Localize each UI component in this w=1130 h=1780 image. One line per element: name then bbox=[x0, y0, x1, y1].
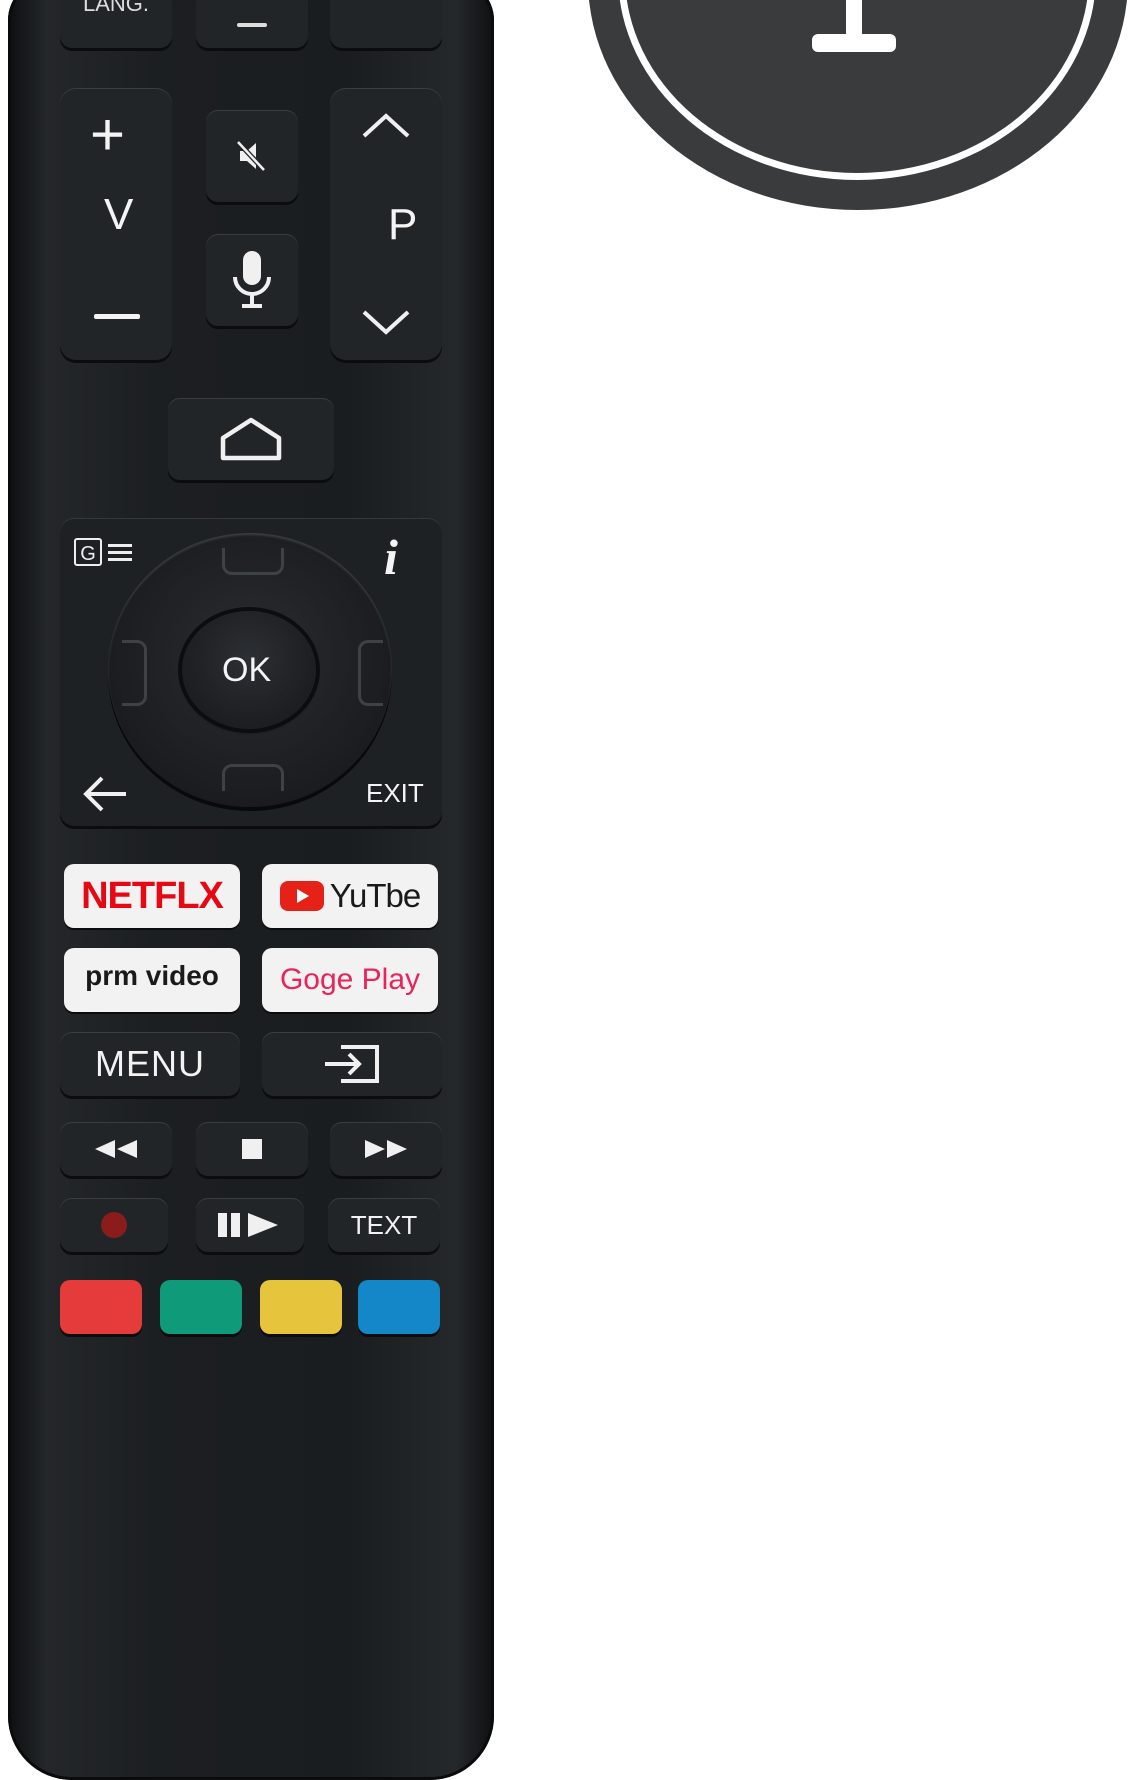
dpad-right-marker bbox=[358, 640, 383, 706]
dpad-up-marker bbox=[222, 548, 284, 575]
ok-button[interactable]: OK bbox=[182, 611, 316, 729]
red-button[interactable] bbox=[60, 1280, 142, 1334]
prime-video-button[interactable]: prm video bbox=[64, 948, 240, 1012]
mute-icon bbox=[236, 140, 266, 172]
record-icon bbox=[101, 1212, 127, 1238]
guide-label: G bbox=[80, 543, 96, 565]
stop-icon bbox=[242, 1139, 262, 1159]
yellow-button[interactable] bbox=[260, 1280, 342, 1334]
back-arrow-icon bbox=[83, 776, 126, 812]
info-label: i bbox=[384, 529, 398, 585]
lang-button[interactable]: LANG. bbox=[60, 0, 172, 48]
chevron-up-icon bbox=[362, 113, 410, 138]
youtube-button[interactable]: YuTbe bbox=[262, 864, 438, 928]
blue-button[interactable] bbox=[358, 1280, 440, 1334]
dpad-left-marker bbox=[122, 640, 147, 706]
play-pause-icon bbox=[218, 1213, 278, 1237]
home-button[interactable] bbox=[168, 398, 334, 480]
stop-button[interactable] bbox=[196, 1122, 308, 1176]
google-play-button[interactable]: Goge Play bbox=[262, 948, 438, 1012]
menu-label: MENU bbox=[95, 1043, 205, 1084]
guide-icon: G bbox=[74, 538, 102, 566]
program-rocker[interactable]: P bbox=[330, 88, 442, 360]
rewind-button[interactable] bbox=[60, 1122, 172, 1176]
fast-forward-icon bbox=[365, 1140, 407, 1158]
netflix-label: NETFLX bbox=[81, 874, 224, 917]
back-button[interactable] bbox=[80, 774, 132, 814]
menu-button[interactable]: MENU bbox=[60, 1032, 240, 1096]
voice-button[interactable] bbox=[206, 234, 298, 326]
exit-label: EXIT bbox=[366, 778, 424, 808]
input-source-icon bbox=[325, 1045, 379, 1083]
play-pause-button[interactable] bbox=[196, 1198, 304, 1252]
lang-label: LANG. bbox=[82, 0, 150, 16]
top-middle-button[interactable] bbox=[196, 0, 308, 48]
rewind-icon bbox=[95, 1140, 137, 1158]
netflix-button[interactable]: NETFLX bbox=[64, 864, 240, 928]
chevron-down-icon bbox=[362, 310, 410, 335]
youtube-logo-icon bbox=[279, 881, 324, 911]
guide-button[interactable]: G bbox=[74, 536, 136, 572]
info-button[interactable]: i bbox=[378, 528, 418, 585]
text-button[interactable]: TEXT bbox=[328, 1198, 440, 1252]
input-source-button[interactable] bbox=[262, 1032, 442, 1096]
zoomed-button-icon bbox=[812, 0, 896, 54]
program-label: P bbox=[388, 200, 418, 249]
dpad-down-marker bbox=[222, 764, 284, 791]
volume-up-label: + bbox=[90, 101, 126, 168]
text-label: TEXT bbox=[350, 1209, 418, 1240]
top-right-button[interactable] bbox=[330, 0, 442, 48]
home-icon bbox=[220, 417, 282, 461]
google-play-label: Goge Play bbox=[279, 963, 421, 996]
top-middle-icon bbox=[237, 23, 267, 27]
volume-rocker[interactable]: + V bbox=[60, 88, 172, 360]
mute-button[interactable] bbox=[206, 110, 298, 202]
green-button[interactable] bbox=[160, 1280, 242, 1334]
volume-down-label bbox=[94, 314, 140, 319]
exit-button[interactable]: EXIT bbox=[360, 776, 430, 812]
microphone-icon bbox=[233, 251, 271, 308]
fast-forward-button[interactable] bbox=[330, 1122, 442, 1176]
volume-label: V bbox=[104, 190, 134, 239]
youtube-label: YuTbe bbox=[329, 877, 421, 914]
ok-label: OK bbox=[222, 651, 272, 689]
prime-video-label: prm video bbox=[85, 960, 219, 991]
record-button[interactable] bbox=[60, 1198, 168, 1252]
